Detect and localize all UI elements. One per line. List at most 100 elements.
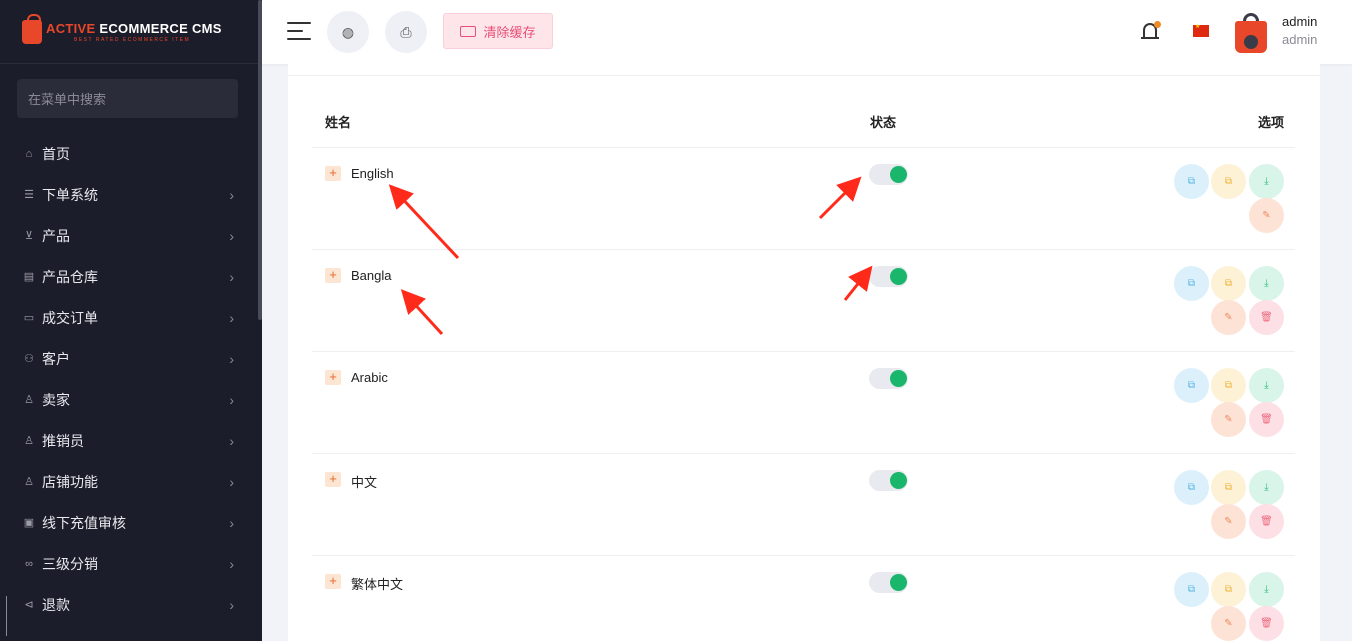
edit-icon[interactable]: ✎ xyxy=(1211,300,1246,335)
brand-title-main: ECOMMERCE CMS xyxy=(99,20,222,36)
sidebar-item[interactable]: ⌂ 首页 xyxy=(0,133,262,174)
user-icon: ♙ xyxy=(24,435,34,447)
inbox-icon xyxy=(460,25,477,37)
chevron-right-icon: › xyxy=(229,227,234,244)
sidebar-menu: ⌂ 首页 ☰ 下单系统 › ⊻ 产品 › ▤ 产品仓库 › ▭ 成交订单 › ⚇ 客户 › ♙ 卖家 › ♙ 推销员 › ♙ 店… xyxy=(0,133,262,625)
user-icon: ♙ xyxy=(24,394,34,406)
sidebar-item-label: 下单系统 xyxy=(42,186,98,203)
menu-toggle-icon[interactable] xyxy=(287,22,311,42)
sidebar-item-label: 首页 xyxy=(42,145,70,162)
notification-bell-icon[interactable] xyxy=(1141,21,1161,43)
language-name: 繁体中文 xyxy=(351,577,404,592)
sidebar-item[interactable]: ▤ 产品仓库 › xyxy=(0,256,262,297)
customers-icon: ⚇ xyxy=(24,353,34,365)
copy-icon[interactable]: ⧉ xyxy=(1174,266,1209,301)
edit-icon[interactable]: ✎ xyxy=(1211,606,1246,641)
language-name: English xyxy=(351,166,394,181)
edit-icon[interactable]: ✎ xyxy=(1211,504,1246,539)
cart-icon: ⊻ xyxy=(24,230,34,242)
download-icon[interactable]: ⤓ xyxy=(1249,266,1284,301)
avatar[interactable] xyxy=(1235,13,1267,53)
sidebar-item[interactable]: ⊻ 产品 › xyxy=(0,215,262,256)
printer-icon[interactable]: ⎙ xyxy=(385,11,427,53)
money-icon: ▣ xyxy=(23,517,35,529)
refund-icon: ⊲ xyxy=(24,599,34,611)
sidebar-item[interactable]: ▣ 线下充值审核 › xyxy=(0,502,262,543)
user-name[interactable]: admin xyxy=(1282,14,1317,29)
table-header: 姓名 状态 选项 xyxy=(312,100,1295,148)
status-toggle[interactable] xyxy=(869,470,908,491)
download-icon[interactable]: ⤓ xyxy=(1249,368,1284,403)
toggle-knob xyxy=(890,166,907,183)
clear-cache-label: 清除缓存 xyxy=(483,24,536,40)
shopping-bag-logo-icon xyxy=(22,13,42,44)
copy-icon[interactable]: ⧉ xyxy=(1174,572,1209,607)
edit-icon[interactable]: ✎ xyxy=(1211,402,1246,437)
duplicate-icon[interactable]: ⧉ xyxy=(1211,368,1246,403)
copy-icon[interactable]: ⧉ xyxy=(1174,164,1209,199)
download-icon[interactable]: ⤓ xyxy=(1249,470,1284,505)
expand-plus-icon[interactable]: + xyxy=(325,472,341,487)
clear-cache-button[interactable]: 清除缓存 xyxy=(443,13,553,49)
download-icon[interactable]: ⤓ xyxy=(1249,164,1284,199)
edit-icon[interactable]: ✎ xyxy=(1249,198,1284,233)
sidebar-item[interactable]: ▭ 成交订单 › xyxy=(0,297,262,338)
chevron-right-icon: › xyxy=(229,432,234,449)
sidebar-item-label: 线下充值审核 xyxy=(42,514,126,531)
sidebar-item-label: 店铺功能 xyxy=(42,473,98,490)
expand-plus-icon[interactable]: + xyxy=(325,268,341,283)
menu-search-input[interactable]: 在菜单中搜索 xyxy=(17,79,238,118)
sidebar-item[interactable]: ♙ 推销员 › xyxy=(0,420,262,461)
duplicate-icon[interactable]: ⧉ xyxy=(1211,470,1246,505)
orders-icon: ▭ xyxy=(23,312,35,324)
globe-icon[interactable]: ◍ xyxy=(327,11,369,53)
delete-icon[interactable]: 🗑 xyxy=(1249,606,1284,641)
copy-icon[interactable]: ⧉ xyxy=(1174,470,1209,505)
china-flag-icon[interactable] xyxy=(1193,23,1209,37)
sidebar-item-label: 产品仓库 xyxy=(42,268,98,285)
sidebar-item-label: 退款 xyxy=(42,596,70,613)
delete-icon[interactable]: 🗑 xyxy=(1249,402,1284,437)
status-toggle[interactable] xyxy=(869,368,908,389)
chevron-right-icon: › xyxy=(229,268,234,285)
home-icon: ⌂ xyxy=(25,147,33,160)
sidebar-item[interactable]: ☰ 下单系统 › xyxy=(0,174,262,215)
sidebar-item[interactable]: ∞ 三级分销 › xyxy=(0,543,262,584)
duplicate-icon[interactable]: ⧉ xyxy=(1211,572,1246,607)
expand-plus-icon[interactable]: + xyxy=(325,574,341,589)
language-name: Bangla xyxy=(351,268,392,283)
card-top-strip xyxy=(288,64,1320,76)
chevron-right-icon: › xyxy=(229,473,234,490)
sidebar-item[interactable]: ♙ 店铺功能 › xyxy=(0,461,262,502)
sidebar-item[interactable]: ⚇ 客户 › xyxy=(0,338,262,379)
top-header: ◍ ⎙ 清除缓存 admin admin xyxy=(262,0,1352,64)
toggle-knob xyxy=(890,574,907,591)
expand-plus-icon[interactable]: + xyxy=(325,166,341,181)
toggle-knob xyxy=(890,268,907,285)
sidebar: ACTIVE ECOMMERCE CMS BEST RATED ECOMMERC… xyxy=(0,0,262,641)
sidebar-item-label: 成交订单 xyxy=(42,309,98,326)
language-name: 中文 xyxy=(351,475,378,490)
status-toggle[interactable] xyxy=(869,164,908,185)
delete-icon[interactable]: 🗑 xyxy=(1249,504,1284,539)
brand-subtitle: BEST RATED ECOMMERCE ITEM xyxy=(74,36,191,43)
sidebar-item[interactable]: ♙ 卖家 › xyxy=(0,379,262,420)
language-name: Arabic xyxy=(351,370,388,385)
sidebar-collapse-handle[interactable] xyxy=(6,596,8,636)
copy-icon[interactable]: ⧉ xyxy=(1174,368,1209,403)
table-row: + Bangla ⧉ ⧉ ⤓ ✎ 🗑 xyxy=(312,250,1295,352)
table-row: + Arabic ⧉ ⧉ ⤓ ✎ 🗑 xyxy=(312,352,1295,454)
column-header-name: 姓名 xyxy=(325,115,352,130)
chevron-right-icon: › xyxy=(229,514,234,531)
duplicate-icon[interactable]: ⧉ xyxy=(1211,266,1246,301)
expand-plus-icon[interactable]: + xyxy=(325,370,341,385)
duplicate-icon[interactable]: ⧉ xyxy=(1211,164,1246,199)
brand-logo[interactable]: ACTIVE ECOMMERCE CMS BEST RATED ECOMMERC… xyxy=(0,0,262,64)
download-icon[interactable]: ⤓ xyxy=(1249,572,1284,607)
status-toggle[interactable] xyxy=(869,266,908,287)
delete-icon[interactable]: 🗑 xyxy=(1249,300,1284,335)
brand-title: ACTIVE ECOMMERCE CMS xyxy=(46,21,222,36)
sidebar-item[interactable]: ⊲ 退款 › xyxy=(0,584,262,625)
status-toggle[interactable] xyxy=(869,572,908,593)
column-header-status: 状态 xyxy=(870,115,897,130)
